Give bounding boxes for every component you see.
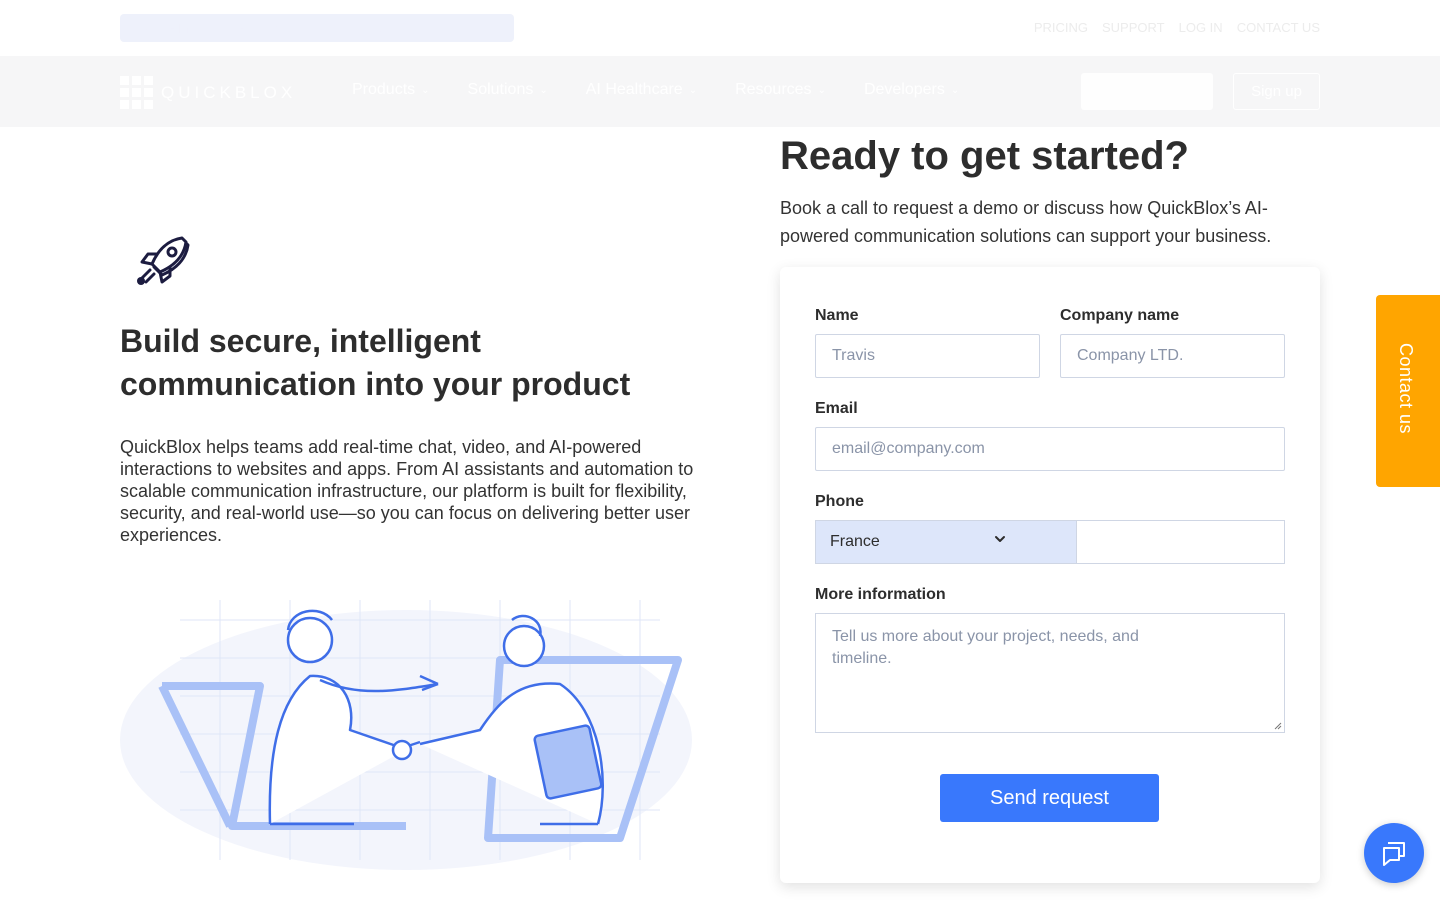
logo-mark [120,76,153,109]
chat-launcher-button[interactable] [1364,823,1424,883]
chevron-down-icon: ⌄ [817,84,826,96]
contact-us-tab[interactable]: Contact us [1376,295,1440,487]
email-label: Email [815,400,858,417]
top-links: PRICING SUPPORT LOG IN CONTACT US [1034,20,1320,35]
hero-title: Build secure, intelligent communication … [120,323,631,402]
top-link-support[interactable]: SUPPORT [1102,20,1165,35]
nav-item-resources[interactable]: Resources ⌄ [735,81,826,99]
more-info-placeholder: Tell us more about your project, needs, … [832,628,1139,667]
country-select-value: France [830,533,880,550]
email-input[interactable]: email@company.com [815,427,1285,471]
logo-text: QUICKBLOX [161,82,297,102]
hero-description: QuickBlox helps teams add real-time chat… [120,437,694,545]
more-info-label: More information [815,586,946,603]
nav-item-products[interactable]: Products ⌄ [352,81,430,99]
name-input[interactable]: Travis [815,334,1040,378]
company-input[interactable]: Company LTD. [1060,334,1285,378]
resize-handle-icon[interactable] [1274,722,1282,730]
logo[interactable]: QUICKBLOX [120,76,296,109]
chevron-down-icon: ⌄ [421,84,430,96]
handshake-illustration [120,600,692,870]
top-link-contact[interactable]: CONTACT US [1237,20,1320,35]
chevron-down-icon: ⌄ [539,84,548,96]
company-label: Company name [1060,307,1180,324]
country-select[interactable]: France [815,520,1077,564]
chevron-down-icon: ⌄ [950,84,960,96]
phone-label: Phone [815,493,864,510]
rocket-icon [137,236,190,285]
nav-item-developers[interactable]: Developers ⌄ [864,81,959,99]
nav-item-ai-healthcare[interactable]: AI Healthcare ⌄ [586,81,697,99]
sign-up-button[interactable]: Sign up [1233,73,1320,110]
nav-menu: Products ⌄ Solutions ⌄ AI Healthcare ⌄ Reso… [352,81,959,99]
demo-request-form: Name Travis Company name Company LTD. Em… [780,267,1320,883]
top-link-pricing[interactable]: PRICING [1034,20,1088,35]
phone-number-input[interactable] [1076,520,1285,564]
send-request-button[interactable]: Send request [940,774,1159,822]
book-demo-button[interactable]: Book a Demo [1081,73,1213,110]
chevron-down-icon [995,536,1005,542]
name-label: Name [815,307,859,324]
announcement-bar: New - Free plan - Chat services + AI Ass… [0,0,1440,56]
contact-us-label: Contact us [1396,343,1416,435]
form-section-subtitle: Book a call to request a demo or discuss… [780,198,1272,246]
nav-item-solutions[interactable]: Solutions ⌄ [468,81,548,99]
chat-icon [1383,842,1405,866]
top-link-login[interactable]: LOG IN [1179,20,1223,35]
promo-banner[interactable]: New - Free plan - Chat services + AI Ass… [120,14,514,42]
form-section-title: Ready to get started? [780,134,1189,178]
main-navigation: QUICKBLOX Products ⌄ Solutions ⌄ AI Health… [0,56,1440,127]
more-info-textarea[interactable]: Tell us more about your project, needs, … [815,613,1285,733]
chevron-down-icon: ⌄ [688,84,698,96]
